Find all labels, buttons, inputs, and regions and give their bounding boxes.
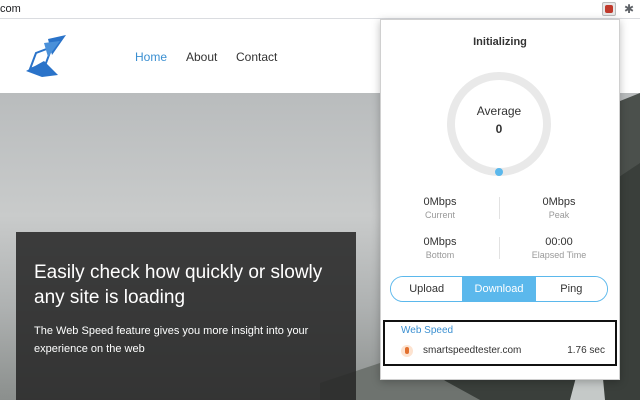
extension-logo	[605, 5, 613, 13]
gauge-label: Average	[476, 104, 522, 118]
nav-contact-link[interactable]: Contact	[236, 50, 277, 64]
history-site-name: smartspeedtester.com	[423, 345, 522, 356]
speed-test-popup: Initializing Average 0 0Mbps Current 0Mb…	[380, 19, 620, 380]
stat-peak-label: Peak	[548, 210, 570, 220]
mode-upload-button[interactable]: Upload	[391, 277, 463, 301]
mode-ping-button[interactable]: Ping	[534, 277, 607, 301]
stat-elapsed-label: Elapsed Time	[531, 250, 587, 260]
address-bar-text[interactable]: com	[0, 3, 21, 15]
history-load-time: 1.76 sec	[567, 345, 605, 356]
popup-status-title: Initializing	[473, 36, 527, 48]
extensions-puzzle-icon[interactable]: ✱	[622, 2, 636, 16]
history-row[interactable]: smartspeedtester.com 1.76 sec	[397, 342, 605, 360]
web-speed-history: Web Speed smartspeedtester.com 1.76 sec	[383, 320, 617, 366]
site-favicon-icon	[401, 345, 413, 357]
gauge-value: 0	[495, 122, 503, 136]
hero-description: The Web Speed feature gives you more ins…	[34, 325, 309, 355]
speed-extension-icon[interactable]	[602, 2, 616, 16]
site-logo-icon[interactable]	[22, 33, 70, 79]
stat-current-value: 0Mbps	[423, 196, 457, 208]
mode-download-button[interactable]: Download	[462, 277, 535, 301]
hero-text-box: Easily check how quickly or slowly any s…	[16, 232, 356, 400]
stat-elapsed-value: 00:00	[545, 236, 573, 248]
test-mode-toggle: Upload Download Ping	[390, 276, 608, 302]
stat-peak-value: 0Mbps	[542, 196, 576, 208]
stat-current-label: Current	[424, 210, 455, 220]
history-title: Web Speed	[401, 325, 454, 336]
nav-home-link[interactable]: Home	[135, 50, 167, 64]
stat-elapsed: 00:00 Elapsed Time	[500, 236, 618, 260]
stat-peak: 0Mbps Peak	[500, 196, 618, 220]
gauge-progress-dot	[495, 168, 503, 176]
nav-about-link[interactable]: About	[186, 50, 217, 64]
stat-bottom: 0Mbps Bottom	[381, 236, 499, 260]
stat-bottom-value: 0Mbps	[423, 236, 457, 248]
stat-bottom-label: Bottom	[425, 250, 455, 260]
browser-toolbar: com ✱	[0, 0, 640, 19]
hero-title: Easily check how quickly or slowly any s…	[34, 262, 323, 308]
stat-current: 0Mbps Current	[381, 196, 499, 220]
